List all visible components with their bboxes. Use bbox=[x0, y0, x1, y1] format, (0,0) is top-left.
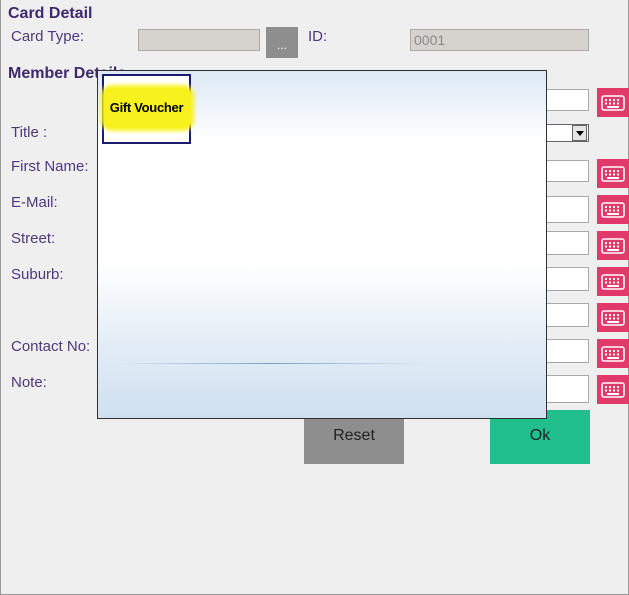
note-label: Note: bbox=[11, 374, 47, 391]
suburb-field[interactable] bbox=[541, 267, 589, 291]
title-label: Title : bbox=[11, 124, 48, 141]
street-label: Street: bbox=[11, 230, 56, 247]
popup-divider bbox=[116, 363, 426, 364]
suburb-label: Suburb: bbox=[11, 266, 64, 283]
keyboard-icon bbox=[601, 309, 625, 326]
contact-no-field[interactable] bbox=[541, 339, 589, 363]
id-input[interactable] bbox=[410, 29, 589, 51]
keyboard-button-suburb[interactable] bbox=[597, 267, 629, 296]
first-name-field[interactable] bbox=[541, 160, 589, 182]
id-label: ID: bbox=[308, 28, 328, 45]
gift-voucher-label: Gift Voucher bbox=[109, 100, 184, 115]
first-name-label: First Name: bbox=[11, 158, 89, 175]
card-detail-heading: Card Detail bbox=[8, 5, 93, 22]
card-type-label: Card Type: bbox=[11, 28, 85, 45]
keyboard-button-name[interactable] bbox=[597, 88, 629, 117]
member-name-field[interactable] bbox=[541, 89, 589, 111]
keyboard-button-street[interactable] bbox=[597, 231, 629, 260]
keyboard-icon bbox=[601, 94, 625, 111]
keyboard-icon bbox=[601, 345, 625, 362]
gift-voucher-tile[interactable]: Gift Voucher bbox=[102, 74, 191, 144]
keyboard-button-email[interactable] bbox=[597, 195, 629, 224]
keyboard-button-first-name[interactable] bbox=[597, 159, 629, 188]
keyboard-button-suburb-extra[interactable] bbox=[597, 303, 629, 332]
street-field[interactable] bbox=[541, 231, 589, 255]
keyboard-button-note[interactable] bbox=[597, 375, 629, 404]
browse-card-type-button[interactable]: ... bbox=[266, 27, 298, 58]
keyboard-icon bbox=[601, 165, 625, 182]
note-field[interactable] bbox=[541, 375, 589, 403]
chevron-down-icon[interactable] bbox=[572, 125, 587, 141]
suburb-extra-field[interactable] bbox=[541, 303, 589, 327]
email-field[interactable] bbox=[541, 196, 589, 223]
keyboard-icon bbox=[601, 201, 625, 218]
keyboard-button-contact-no[interactable] bbox=[597, 339, 629, 368]
card-type-popup: Gift Voucher bbox=[97, 70, 547, 419]
keyboard-icon bbox=[601, 237, 625, 254]
email-label: E-Mail: bbox=[11, 194, 58, 211]
contact-no-label: Contact No: bbox=[11, 338, 91, 355]
keyboard-icon bbox=[601, 273, 625, 290]
keyboard-icon bbox=[601, 381, 625, 398]
card-type-input[interactable] bbox=[138, 29, 260, 51]
